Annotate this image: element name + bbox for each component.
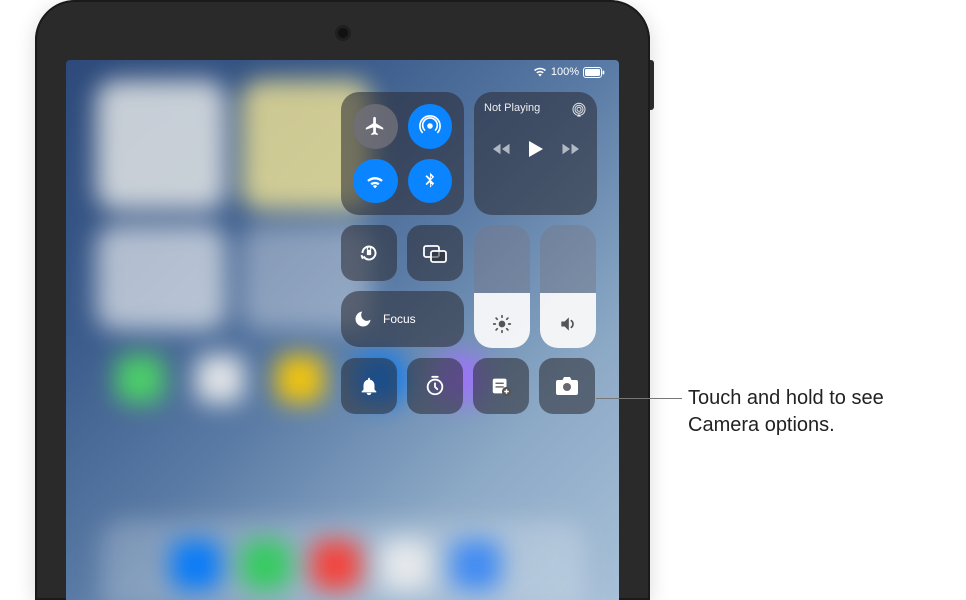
airdrop-icon: [419, 115, 441, 137]
bell-icon: [358, 375, 380, 397]
notes-icon: [490, 375, 512, 397]
brightness-slider[interactable]: [474, 225, 530, 348]
battery-text: 100%: [551, 66, 579, 78]
screen-mirroring-button[interactable]: [407, 225, 463, 281]
airplay-icon[interactable]: [571, 102, 587, 118]
control-center: Not Playing: [341, 92, 597, 424]
front-camera: [338, 28, 348, 38]
screen: 100%: [66, 60, 619, 600]
volume-slider[interactable]: [540, 225, 596, 348]
camera-icon: [555, 376, 579, 396]
play-icon: [528, 140, 544, 158]
silent-mode-button[interactable]: [341, 358, 397, 414]
bluetooth-icon: [420, 171, 440, 191]
airplane-mode-button[interactable]: [353, 104, 398, 149]
moon-icon: [353, 309, 373, 329]
media-playback-tile[interactable]: Not Playing: [474, 92, 597, 215]
volume-icon: [558, 314, 578, 334]
brightness-icon: [492, 314, 512, 334]
camera-button[interactable]: [539, 358, 595, 414]
now-playing-label: Not Playing: [484, 102, 540, 114]
forward-icon: [561, 142, 579, 156]
bluetooth-button[interactable]: [408, 159, 453, 204]
wifi-status-icon: [533, 67, 547, 77]
ipad-bezel: 100%: [35, 0, 650, 600]
battery-status-icon: [583, 67, 605, 78]
wifi-button[interactable]: [353, 159, 398, 204]
play-button[interactable]: [528, 140, 544, 158]
callout-text: Touch and hold to see Camera options.: [688, 385, 948, 439]
timer-icon: [424, 375, 446, 397]
connectivity-group[interactable]: [341, 92, 464, 215]
airdrop-button[interactable]: [408, 104, 453, 149]
side-button: [650, 60, 654, 110]
rewind-button[interactable]: [493, 142, 511, 156]
rotation-lock-button[interactable]: [341, 225, 397, 281]
quick-note-button[interactable]: [473, 358, 529, 414]
forward-button[interactable]: [561, 142, 579, 156]
callout-leader-line: [596, 398, 682, 399]
status-bar: 100%: [533, 66, 605, 78]
timer-button[interactable]: [407, 358, 463, 414]
wifi-icon: [364, 170, 386, 192]
focus-label: Focus: [383, 312, 416, 326]
rewind-icon: [493, 142, 511, 156]
screen-mirroring-icon: [422, 242, 448, 264]
airplane-icon: [364, 115, 386, 137]
focus-button[interactable]: Focus: [341, 291, 464, 347]
rotation-lock-icon: [356, 240, 382, 266]
